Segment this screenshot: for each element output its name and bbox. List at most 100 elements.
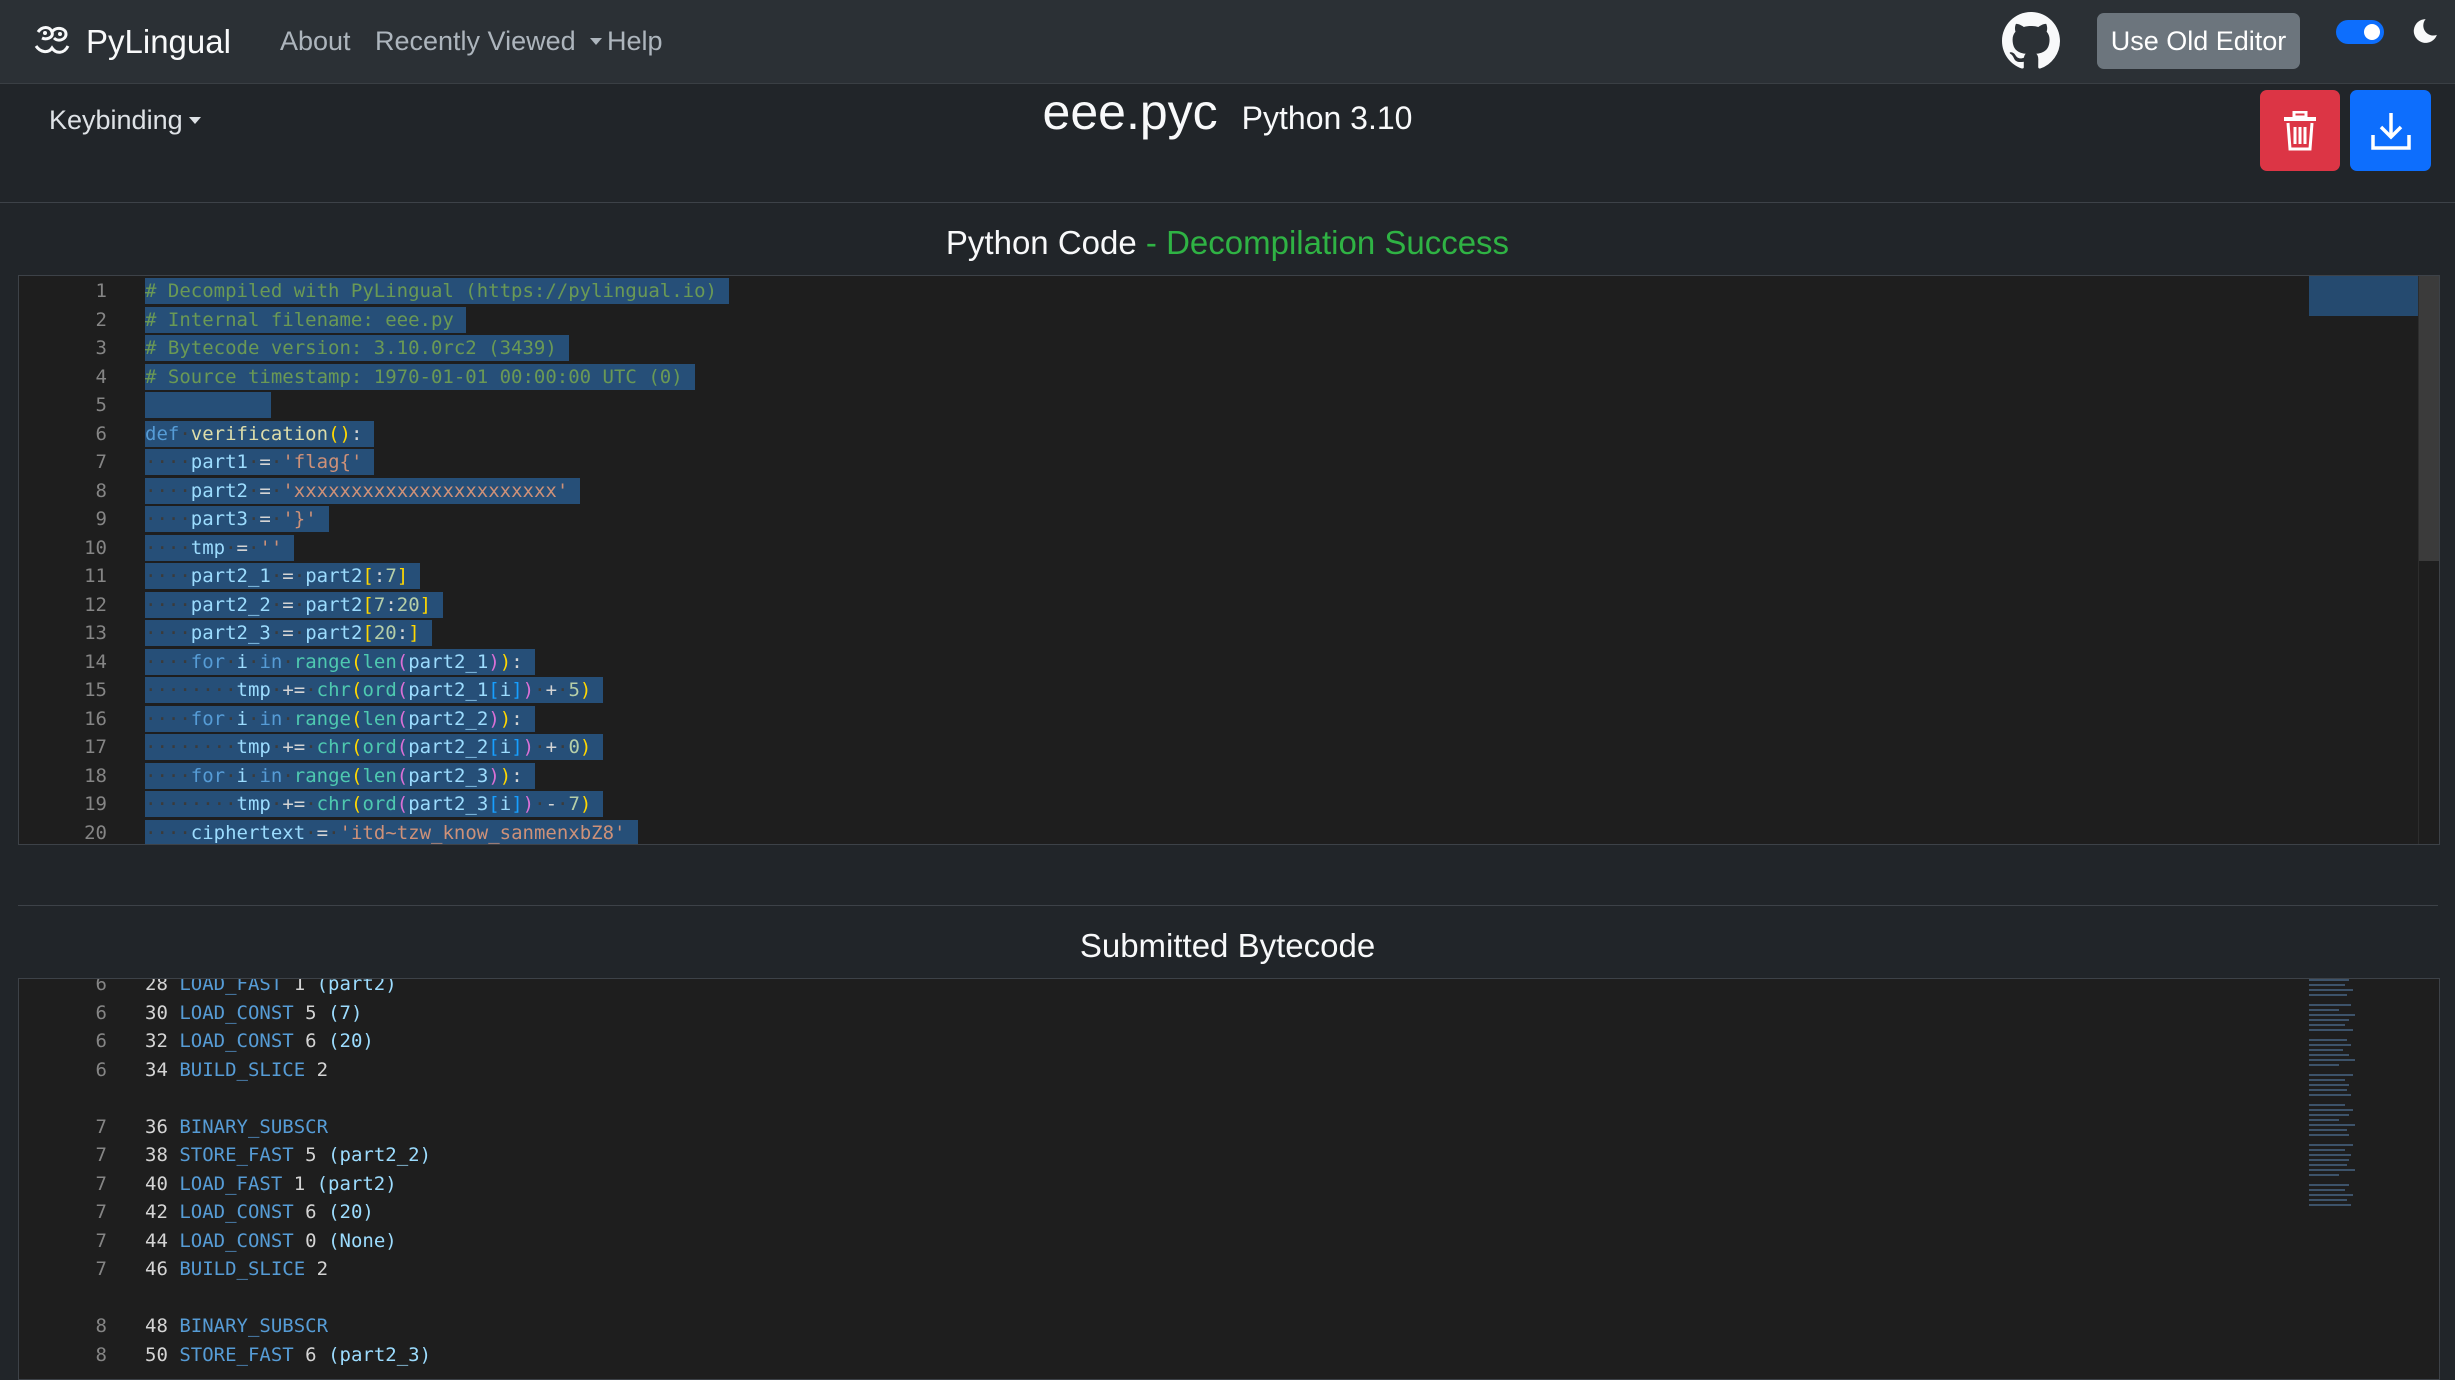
line-number: 13 xyxy=(84,622,107,644)
bytecode-line-number: 8 xyxy=(95,1315,107,1337)
minimap-line xyxy=(2309,1074,2353,1076)
minimap-line xyxy=(2309,984,2345,986)
code-line: # Bytecode version: 3.10.0rc2 (3439) xyxy=(145,335,569,361)
bytecode-line-number: 7 xyxy=(95,1229,107,1252)
bytecode-arg: 6 xyxy=(305,1201,329,1223)
minimap-line xyxy=(2309,1059,2355,1061)
bytecode-row: 46 BUILD_SLICE 2 xyxy=(145,1258,340,1280)
line-number: 14 xyxy=(84,650,107,673)
bytecode-line-number: 7 xyxy=(95,1115,107,1138)
bytecode-argref: (None) xyxy=(328,1229,409,1252)
code-line-text: ····part3·=·'}' xyxy=(145,506,329,532)
code-line: ····part1·=·'flag{' xyxy=(145,449,375,475)
line-number: 2 xyxy=(95,308,107,331)
bytecode-offset: 44 xyxy=(145,1229,180,1252)
nav-help[interactable]: Help xyxy=(607,0,663,83)
python-code-title: Python Code xyxy=(945,224,1137,261)
code-line: ········tmp·+=·chr(ord(part2_2[i])·+·0) xyxy=(145,734,604,760)
line-number: 11 xyxy=(84,565,107,587)
bytecode-row: 42 LOAD_CONST 6 (20) xyxy=(145,1201,385,1223)
code-line-text: # Source timestamp: 1970-01-01 00:00:00 … xyxy=(145,363,695,390)
bytecode-line-number: 7 xyxy=(95,1144,107,1166)
bytecode-opname: BUILD_SLICE xyxy=(179,1058,317,1081)
minimap-line xyxy=(2309,1044,2351,1046)
code-line: ····tmp·=·'' xyxy=(145,534,295,561)
nav-about[interactable]: About xyxy=(280,0,351,83)
code-line: def·verification(): xyxy=(145,420,375,447)
minimap-line xyxy=(2309,1169,2355,1171)
bytecode-arg: 1 xyxy=(293,978,317,995)
code-line: ····part3·=·'}' xyxy=(145,506,329,532)
bytecode-offset: 34 xyxy=(145,1058,180,1081)
line-number: 4 xyxy=(95,365,107,388)
code-line: ········tmp·+=·chr(ord(part2_1[i])·+·5) xyxy=(145,677,604,703)
bytecode-row: 50 STORE_FAST 6 (part2_3) xyxy=(145,1344,442,1366)
bytecode-opname: LOAD_FAST xyxy=(179,1172,294,1195)
file-header: eee.pyc Python 3.10 xyxy=(0,83,2455,153)
bytecode-opname: LOAD_FAST xyxy=(179,978,294,995)
minimap-line xyxy=(2309,1004,2351,1006)
bytecode-row: 28 LOAD_FAST 1 (part2) xyxy=(145,978,409,995)
bytecode-arg: 5 xyxy=(305,1144,329,1166)
line-number: 7 xyxy=(95,451,107,473)
code-scrollbar-thumb[interactable] xyxy=(2419,276,2439,561)
minimap-line xyxy=(2309,1149,2345,1151)
bytecode-line-number: 7 xyxy=(95,1201,107,1223)
code-line-text: ····tmp·=·'' xyxy=(145,534,295,561)
brand[interactable]: PyLingual xyxy=(32,0,231,83)
minimap-line xyxy=(2309,1129,2347,1131)
bytecode-line-number: 6 xyxy=(95,1058,107,1081)
bytecode-row: 36 BINARY_SUBSCR xyxy=(145,1116,339,1138)
bytecode-row: 44 LOAD_CONST 0 (None) xyxy=(145,1230,408,1252)
bytecode-argref: (20) xyxy=(328,1030,386,1052)
github-icon[interactable] xyxy=(2002,12,2060,70)
bytecode-argref: (part2) xyxy=(316,1172,409,1195)
minimap-line xyxy=(2309,1184,2349,1186)
bytecode-argref: (part2) xyxy=(316,978,409,995)
bytecode-arg: 0 xyxy=(305,1229,329,1252)
bytecode-arg: 1 xyxy=(293,1172,317,1195)
minimap-line xyxy=(2309,1164,2347,1166)
code-line: ····part2_3·=·part2[20:] xyxy=(145,620,432,646)
python-code-editor[interactable]: 1 2 3 4 5 6 7 8 9 10 11 12 13 14 15 16 17 18 19 20 # Decomp… xyxy=(18,275,2440,845)
code-line-text: # Bytecode version: 3.10.0rc2 (3439) xyxy=(145,335,569,361)
bytecode-minimap[interactable] xyxy=(2309,979,2419,1219)
code-line-text: ····part2_2·=·part2[7:20] xyxy=(145,591,444,618)
bytecode-opname: LOAD_CONST xyxy=(179,1001,306,1024)
line-number: 9 xyxy=(95,508,107,530)
bytecode-heading: Submitted Bytecode xyxy=(1079,927,1376,964)
code-line-text: # Internal filename: eee.py xyxy=(145,306,466,333)
minimap-line xyxy=(2309,1014,2355,1016)
code-line: ····part2_2·=·part2[7:20] xyxy=(145,591,444,618)
bytecode-row: 34 BUILD_SLICE 2 xyxy=(145,1059,340,1081)
minimap-line xyxy=(2309,1089,2347,1091)
bytecode-opname: BINARY_SUBSCR xyxy=(179,1315,340,1337)
code-line: ····for·i·in·range(len(part2_1)): xyxy=(145,648,535,675)
code-line: # Decompiled with PyLingual (https://pyl… xyxy=(145,278,729,304)
code-scrollbar[interactable] xyxy=(2418,276,2439,844)
code-minimap[interactable] xyxy=(2309,276,2419,316)
bytecode-offset: 38 xyxy=(145,1144,180,1166)
divider xyxy=(18,905,2438,906)
nav-recently-viewed[interactable]: Recently Viewed xyxy=(375,0,602,83)
toggle-knob xyxy=(2364,24,2380,40)
bytecode-line-number: 6 xyxy=(95,1030,107,1052)
code-line: ····ciphertext·=·'itd~tzw_know_sanmenxbZ… xyxy=(145,819,638,844)
minimap-line xyxy=(2309,1064,2339,1066)
code-line-text: ····for·i·in·range(len(part2_3)): xyxy=(145,762,535,789)
download-button[interactable] xyxy=(2350,90,2431,171)
code-line-text: ····for·i·in·range(len(part2_1)): xyxy=(145,648,535,675)
line-number: 16 xyxy=(84,707,107,730)
line-number: 10 xyxy=(84,536,107,559)
bytecode-line-number: 6 xyxy=(95,978,107,995)
theme-toggle[interactable] xyxy=(2336,20,2384,44)
navbar: PyLingual About Recently Viewed Help Use… xyxy=(0,0,2455,84)
delete-button[interactable] xyxy=(2260,90,2340,171)
use-old-editor-button[interactable]: Use Old Editor xyxy=(2097,13,2300,69)
minimap-line xyxy=(2309,1094,2351,1096)
moon-icon xyxy=(2413,19,2437,43)
code-line: ····for·i·in·range(len(part2_2)): xyxy=(145,705,535,732)
bytecode-offset: 50 xyxy=(145,1343,180,1366)
bytecode-offset: 40 xyxy=(145,1172,180,1195)
bytecode-editor[interactable]: 6 6 6 6 7 7 7 7 7 7 8 8 28 LOAD_FAST 1 (part2) 30 L… xyxy=(18,978,2440,1380)
